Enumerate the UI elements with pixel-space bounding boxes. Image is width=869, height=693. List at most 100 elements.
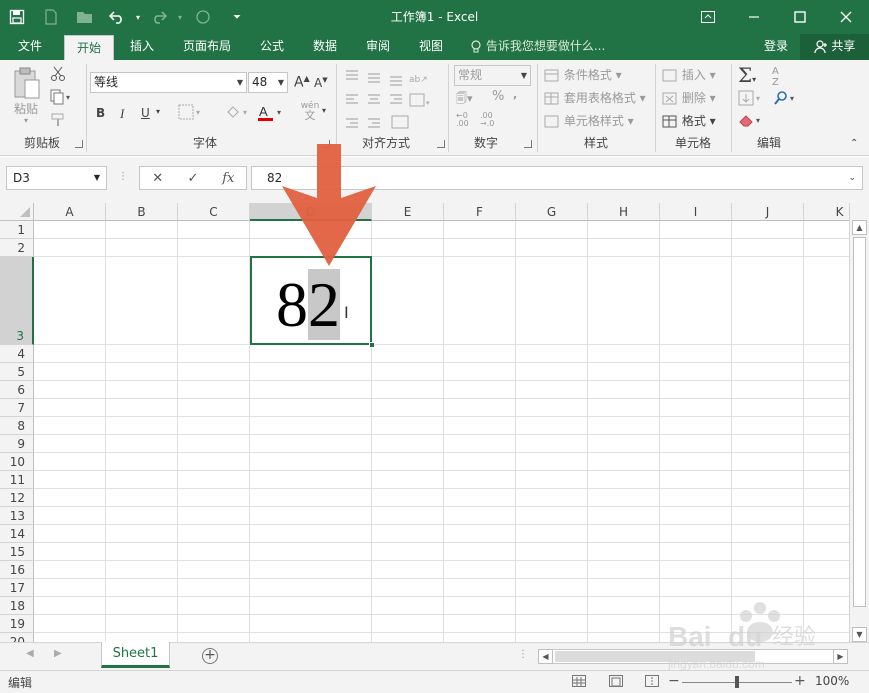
select-all-button[interactable] [0, 203, 34, 221]
tell-me-box[interactable]: 告诉我您想要做什么... [470, 34, 605, 60]
row-header-2[interactable]: 2 [0, 239, 34, 257]
paste-button[interactable] [12, 66, 42, 103]
percent-style-icon[interactable]: % [492, 89, 504, 104]
alignment-launcher-icon[interactable] [437, 140, 445, 148]
column-header-b[interactable]: B [106, 203, 178, 221]
sheet-nav-next-icon[interactable]: ▶ [54, 648, 62, 659]
font-launcher-icon[interactable] [322, 140, 330, 148]
enter-entry-button[interactable]: ✓ [175, 167, 210, 189]
clipboard-launcher-icon[interactable] [75, 140, 83, 148]
scroll-down-icon[interactable]: ▼ [852, 627, 867, 642]
close-icon[interactable] [823, 0, 869, 34]
cell-styles-button[interactable]: 单元格样式 ▾ [544, 112, 634, 129]
conditional-formatting-button[interactable]: 条件格式 ▾ [544, 66, 622, 83]
column-header-g[interactable]: G [516, 203, 588, 221]
column-header-e[interactable]: E [372, 203, 444, 221]
tab-data[interactable]: 数据 [303, 34, 347, 60]
row-header-1[interactable]: 1 [0, 221, 34, 239]
phonetic-guide-button[interactable]: wén 文 [300, 102, 320, 122]
cell-d3-value[interactable]: 82 [276, 265, 340, 345]
copy-icon[interactable]: ▾ [50, 89, 72, 108]
scroll-up-icon[interactable]: ▲ [852, 220, 867, 235]
decrease-font-size-icon[interactable]: A▼ [314, 76, 328, 90]
paste-dropdown-icon[interactable]: ▾ [24, 116, 28, 125]
sheet-nav-prev-icon[interactable]: ◀ [26, 648, 34, 659]
insert-cells-button[interactable]: 插入 ▾ [662, 66, 716, 83]
number-format-box[interactable]: 常规 ▼ [454, 65, 531, 86]
comma-style-icon[interactable]: , [513, 88, 517, 101]
font-color-icon[interactable]: A ▾ [257, 104, 287, 125]
redo-icon[interactable] [144, 0, 174, 34]
expand-formula-bar-icon[interactable]: ⌄ [848, 167, 856, 189]
zoom-level[interactable]: 100% [815, 674, 849, 688]
row-header-6[interactable]: 6 [0, 381, 34, 399]
formula-bar-splitter[interactable]: ⋮ [118, 171, 128, 182]
tab-home[interactable]: 开始 [64, 35, 114, 60]
cancel-entry-button[interactable]: ✕ [140, 167, 175, 189]
undo-icon[interactable] [102, 0, 132, 34]
horizontal-scrollbar[interactable]: ◀ ▶ [538, 649, 848, 664]
increase-decimal-icon[interactable]: ←0.00 [456, 112, 469, 128]
normal-view-icon[interactable] [572, 675, 586, 687]
tab-review[interactable]: 审阅 [356, 34, 400, 60]
row-header-16[interactable]: 16 [0, 561, 34, 579]
row-header-17[interactable]: 17 [0, 579, 34, 597]
format-painter-icon[interactable] [50, 112, 66, 131]
font-name-box[interactable]: 等线 ▼ [90, 72, 247, 93]
touch-mode-icon[interactable] [186, 0, 220, 34]
row-header-10[interactable]: 10 [0, 453, 34, 471]
column-header-a[interactable]: A [34, 203, 106, 221]
borders-icon[interactable]: ▾ [178, 104, 204, 123]
insert-function-button[interactable]: fx [211, 167, 246, 189]
bold-button[interactable]: B [96, 106, 105, 120]
ribbon-display-options-icon[interactable] [685, 0, 731, 34]
open-folder-icon[interactable] [68, 0, 102, 34]
page-layout-view-icon[interactable] [609, 675, 623, 687]
formula-input[interactable]: 82 ⌄ [251, 166, 863, 190]
column-header-i[interactable]: I [660, 203, 732, 221]
row-header-8[interactable]: 8 [0, 417, 34, 435]
row-header-7[interactable]: 7 [0, 399, 34, 417]
tab-view[interactable]: 视图 [409, 34, 453, 60]
name-box[interactable]: D3 ▼ [6, 166, 107, 190]
tab-insert[interactable]: 插入 [120, 34, 164, 60]
row-header-14[interactable]: 14 [0, 525, 34, 543]
sort-filter-icon[interactable]: AZ [772, 66, 779, 88]
underline-dropdown-icon[interactable]: ▾ [156, 107, 160, 116]
row-header-3[interactable]: 3 [0, 257, 34, 345]
vertical-scroll-thumb[interactable] [853, 237, 866, 607]
new-file-icon[interactable] [34, 0, 68, 34]
underline-button[interactable]: U [141, 106, 150, 120]
tab-split-handle[interactable]: ⋮ [518, 649, 528, 663]
fill-color-icon[interactable]: ▾ [225, 104, 253, 123]
row-header-15[interactable]: 15 [0, 543, 34, 561]
tab-file[interactable]: 文件 [4, 34, 56, 60]
fill-handle[interactable] [369, 342, 375, 348]
scroll-left-icon[interactable]: ◀ [538, 649, 553, 664]
number-launcher-icon[interactable] [524, 140, 532, 148]
collapse-ribbon-icon[interactable]: ⌃ [850, 138, 858, 149]
decrease-decimal-icon[interactable]: .00 →.0 [480, 112, 494, 128]
column-header-h[interactable]: H [588, 203, 660, 221]
horizontal-scroll-thumb[interactable] [555, 651, 755, 662]
zoom-out-button[interactable]: − [668, 673, 680, 689]
increase-font-size-icon[interactable]: A▲ [294, 74, 310, 91]
sheet-tab-sheet1[interactable]: Sheet1 [101, 642, 170, 668]
share-button[interactable]: 共享 [800, 34, 869, 60]
row-header-20[interactable]: 20 [0, 633, 34, 642]
vertical-scrollbar[interactable]: ▲ ▼ [849, 203, 869, 642]
row-header-4[interactable]: 4 [0, 345, 34, 363]
zoom-slider-knob[interactable] [735, 676, 739, 688]
top-align-icon[interactable]: ab↗ ▾ [344, 68, 434, 141]
row-header-9[interactable]: 9 [0, 435, 34, 453]
column-header-c[interactable]: C [178, 203, 250, 221]
add-sheet-button[interactable]: + [202, 648, 218, 664]
row-header-5[interactable]: 5 [0, 363, 34, 381]
delete-cells-button[interactable]: 删除 ▾ [662, 89, 716, 106]
italic-button[interactable]: I [120, 106, 124, 122]
column-header-d[interactable]: D [250, 203, 372, 221]
row-header-12[interactable]: 12 [0, 489, 34, 507]
zoom-in-button[interactable]: + [794, 673, 806, 689]
worksheet-grid[interactable]: A B C D E F G H I J K 1 2 3 4 5 6 7 8 9 10 11 12 13 14 15 16 17 18 19… [0, 203, 849, 642]
tab-page-layout[interactable]: 页面布局 [174, 34, 240, 60]
